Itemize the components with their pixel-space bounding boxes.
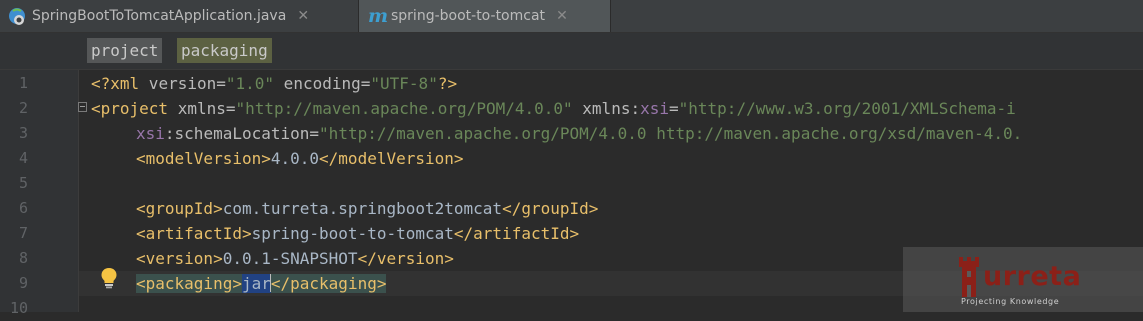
attr-equals: =	[669, 99, 679, 118]
line-number: 6	[18, 199, 28, 217]
line-number-gutter[interactable]: 1 2 3 4 5 6 7 8 9 10	[0, 70, 78, 317]
line-number: 10	[9, 299, 28, 317]
watermark-tagline: Projecting Knowledge	[961, 297, 1060, 306]
xml-declaration-open: <?xml	[91, 74, 140, 93]
code-content: <groupId>com.turreta.springboot2tomcat</…	[136, 196, 598, 221]
attr-name: xmlns	[168, 99, 226, 118]
tag-text: spring-boot-to-tomcat	[251, 224, 454, 243]
maven-m-icon: m	[367, 5, 389, 27]
attr-equals: =	[309, 124, 320, 143]
tag-close: </modelVersion>	[319, 149, 464, 168]
close-icon[interactable]: ✕	[555, 8, 569, 24]
attr-value: "http://maven.apache.org/POM/4.0.0 http:…	[319, 124, 1023, 143]
tab-label: spring-boot-to-tomcat	[391, 8, 546, 24]
xml-declaration-close: ?>	[437, 74, 458, 93]
tag-open-highlighted: <packaging>	[136, 274, 242, 293]
line-number: 1	[18, 74, 28, 92]
tab-label: SpringBootToTomcatApplication.java	[32, 8, 287, 24]
tag-close: </artifactId>	[453, 224, 580, 243]
code-content: <?xml version="1.0" encoding="UTF-8"?>	[91, 71, 457, 96]
tag-open: <modelVersion>	[136, 149, 271, 168]
code-line: <groupId>com.turreta.springboot2tomcat</…	[79, 196, 1143, 221]
line-number: 9	[18, 274, 28, 292]
namespace-prefix: xsi	[640, 99, 669, 118]
tag-close-highlighted: </packaging>	[270, 274, 387, 293]
code-content: <project xmlns="http://maven.apache.org/…	[91, 96, 1016, 121]
attr-value: "UTF-8"	[370, 74, 438, 93]
tag-open: <project	[91, 99, 169, 118]
attr-value: "http://maven.apache.org/POM/4.0.0"	[235, 99, 573, 118]
selected-text: jar	[241, 274, 271, 293]
tag-open: <artifactId>	[136, 224, 252, 243]
breadcrumb: project packaging	[0, 33, 1143, 70]
code-content: <version>0.0.1-SNAPSHOT</version>	[136, 246, 454, 271]
code-line: <project xmlns="http://maven.apache.org/…	[79, 96, 1143, 121]
watermark-brand-name: urreta	[983, 261, 1082, 292]
close-icon[interactable]: ✕	[296, 8, 310, 24]
tag-open: <groupId>	[136, 199, 223, 218]
tab-pom-maven[interactable]: m spring-boot-to-tomcat ✕	[359, 0, 611, 32]
code-content: <modelVersion>4.0.0</modelVersion>	[136, 146, 464, 171]
code-line: <?xml version="1.0" encoding="UTF-8"?>	[79, 71, 1143, 96]
turreta-watermark: urreta Projecting Knowledge	[903, 247, 1143, 312]
attr-name: :schemaLocation	[164, 124, 310, 143]
attr-equals: =	[225, 99, 236, 118]
tag-text: 4.0.0	[270, 149, 320, 168]
tag-text: com.turreta.springboot2tomcat	[222, 199, 503, 218]
tag-open: <version>	[136, 249, 223, 268]
attr-name: xmlns:	[572, 99, 641, 118]
castle-tower-icon	[959, 257, 979, 297]
line-number: 5	[18, 174, 28, 192]
lightbulb-icon[interactable]	[100, 267, 118, 289]
attr-value: "1.0"	[225, 74, 275, 93]
tab-springboot-application[interactable]: SpringBootToTomcatApplication.java ✕	[0, 0, 359, 32]
namespace-prefix: xsi	[136, 124, 165, 143]
code-line: <artifactId>spring-boot-to-tomcat</artif…	[79, 221, 1143, 246]
attr-equals: =	[216, 74, 226, 93]
code-line: <modelVersion>4.0.0</modelVersion>	[79, 146, 1143, 171]
tag-close: </groupId>	[502, 199, 599, 218]
code-content: <artifactId>spring-boot-to-tomcat</artif…	[136, 221, 579, 246]
line-number: 7	[18, 224, 28, 242]
code-line: xsi:schemaLocation="http://maven.apache.…	[79, 121, 1143, 146]
spring-java-class-icon	[9, 8, 25, 25]
attr-name: version	[139, 74, 217, 93]
attr-equals: =	[360, 74, 371, 93]
breadcrumb-item-packaging[interactable]: packaging	[177, 38, 272, 63]
attr-value: "http://www.w3.org/2001/XMLSchema-i	[678, 99, 1016, 118]
line-number: 2	[18, 99, 28, 117]
editor-tab-bar: SpringBootToTomcatApplication.java ✕ m s…	[0, 0, 1143, 33]
line-number: 8	[18, 249, 28, 267]
breadcrumb-item-project[interactable]: project	[87, 38, 163, 63]
code-content: xsi:schemaLocation="http://maven.apache.…	[136, 121, 1022, 146]
line-number: 3	[18, 124, 28, 142]
line-number: 4	[18, 149, 28, 167]
tag-close: </version>	[357, 249, 454, 268]
code-content: <packaging>jar</packaging>	[136, 271, 387, 296]
tag-text: 0.0.1-SNAPSHOT	[222, 249, 358, 268]
attr-name: encoding	[274, 74, 361, 93]
